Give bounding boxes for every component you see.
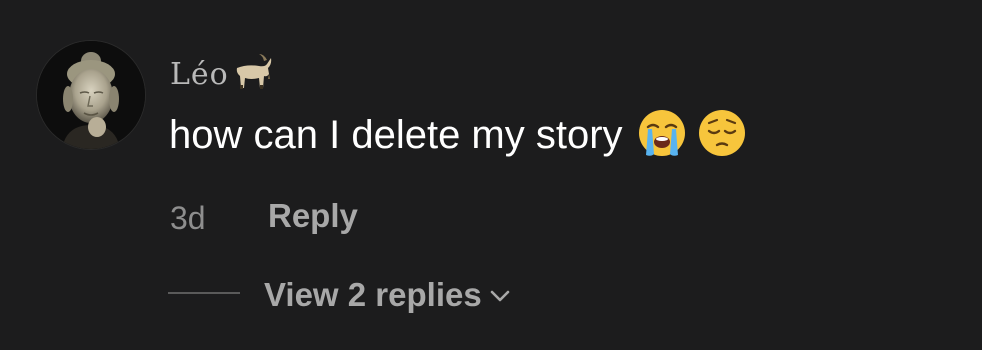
pensive-face-icon (697, 108, 747, 158)
replies-divider-line (168, 292, 240, 294)
comment-text: how can I delete my story (169, 108, 747, 161)
view-replies-button[interactable]: View 2 replies (264, 273, 512, 315)
comment-timestamp: 3d (170, 200, 206, 236)
chevron-down-icon (488, 273, 512, 302)
loudly-crying-face-icon (637, 108, 687, 158)
view-replies-label: View 2 replies (264, 276, 482, 313)
goat-icon (231, 52, 275, 90)
username[interactable]: Léo (170, 52, 275, 94)
reply-button[interactable]: Reply (268, 196, 358, 236)
username-text[interactable]: Léo (170, 57, 229, 92)
avatar[interactable] (37, 41, 145, 149)
comment-body: how can I delete my story (169, 113, 623, 157)
buddha-avatar-image (37, 41, 145, 149)
